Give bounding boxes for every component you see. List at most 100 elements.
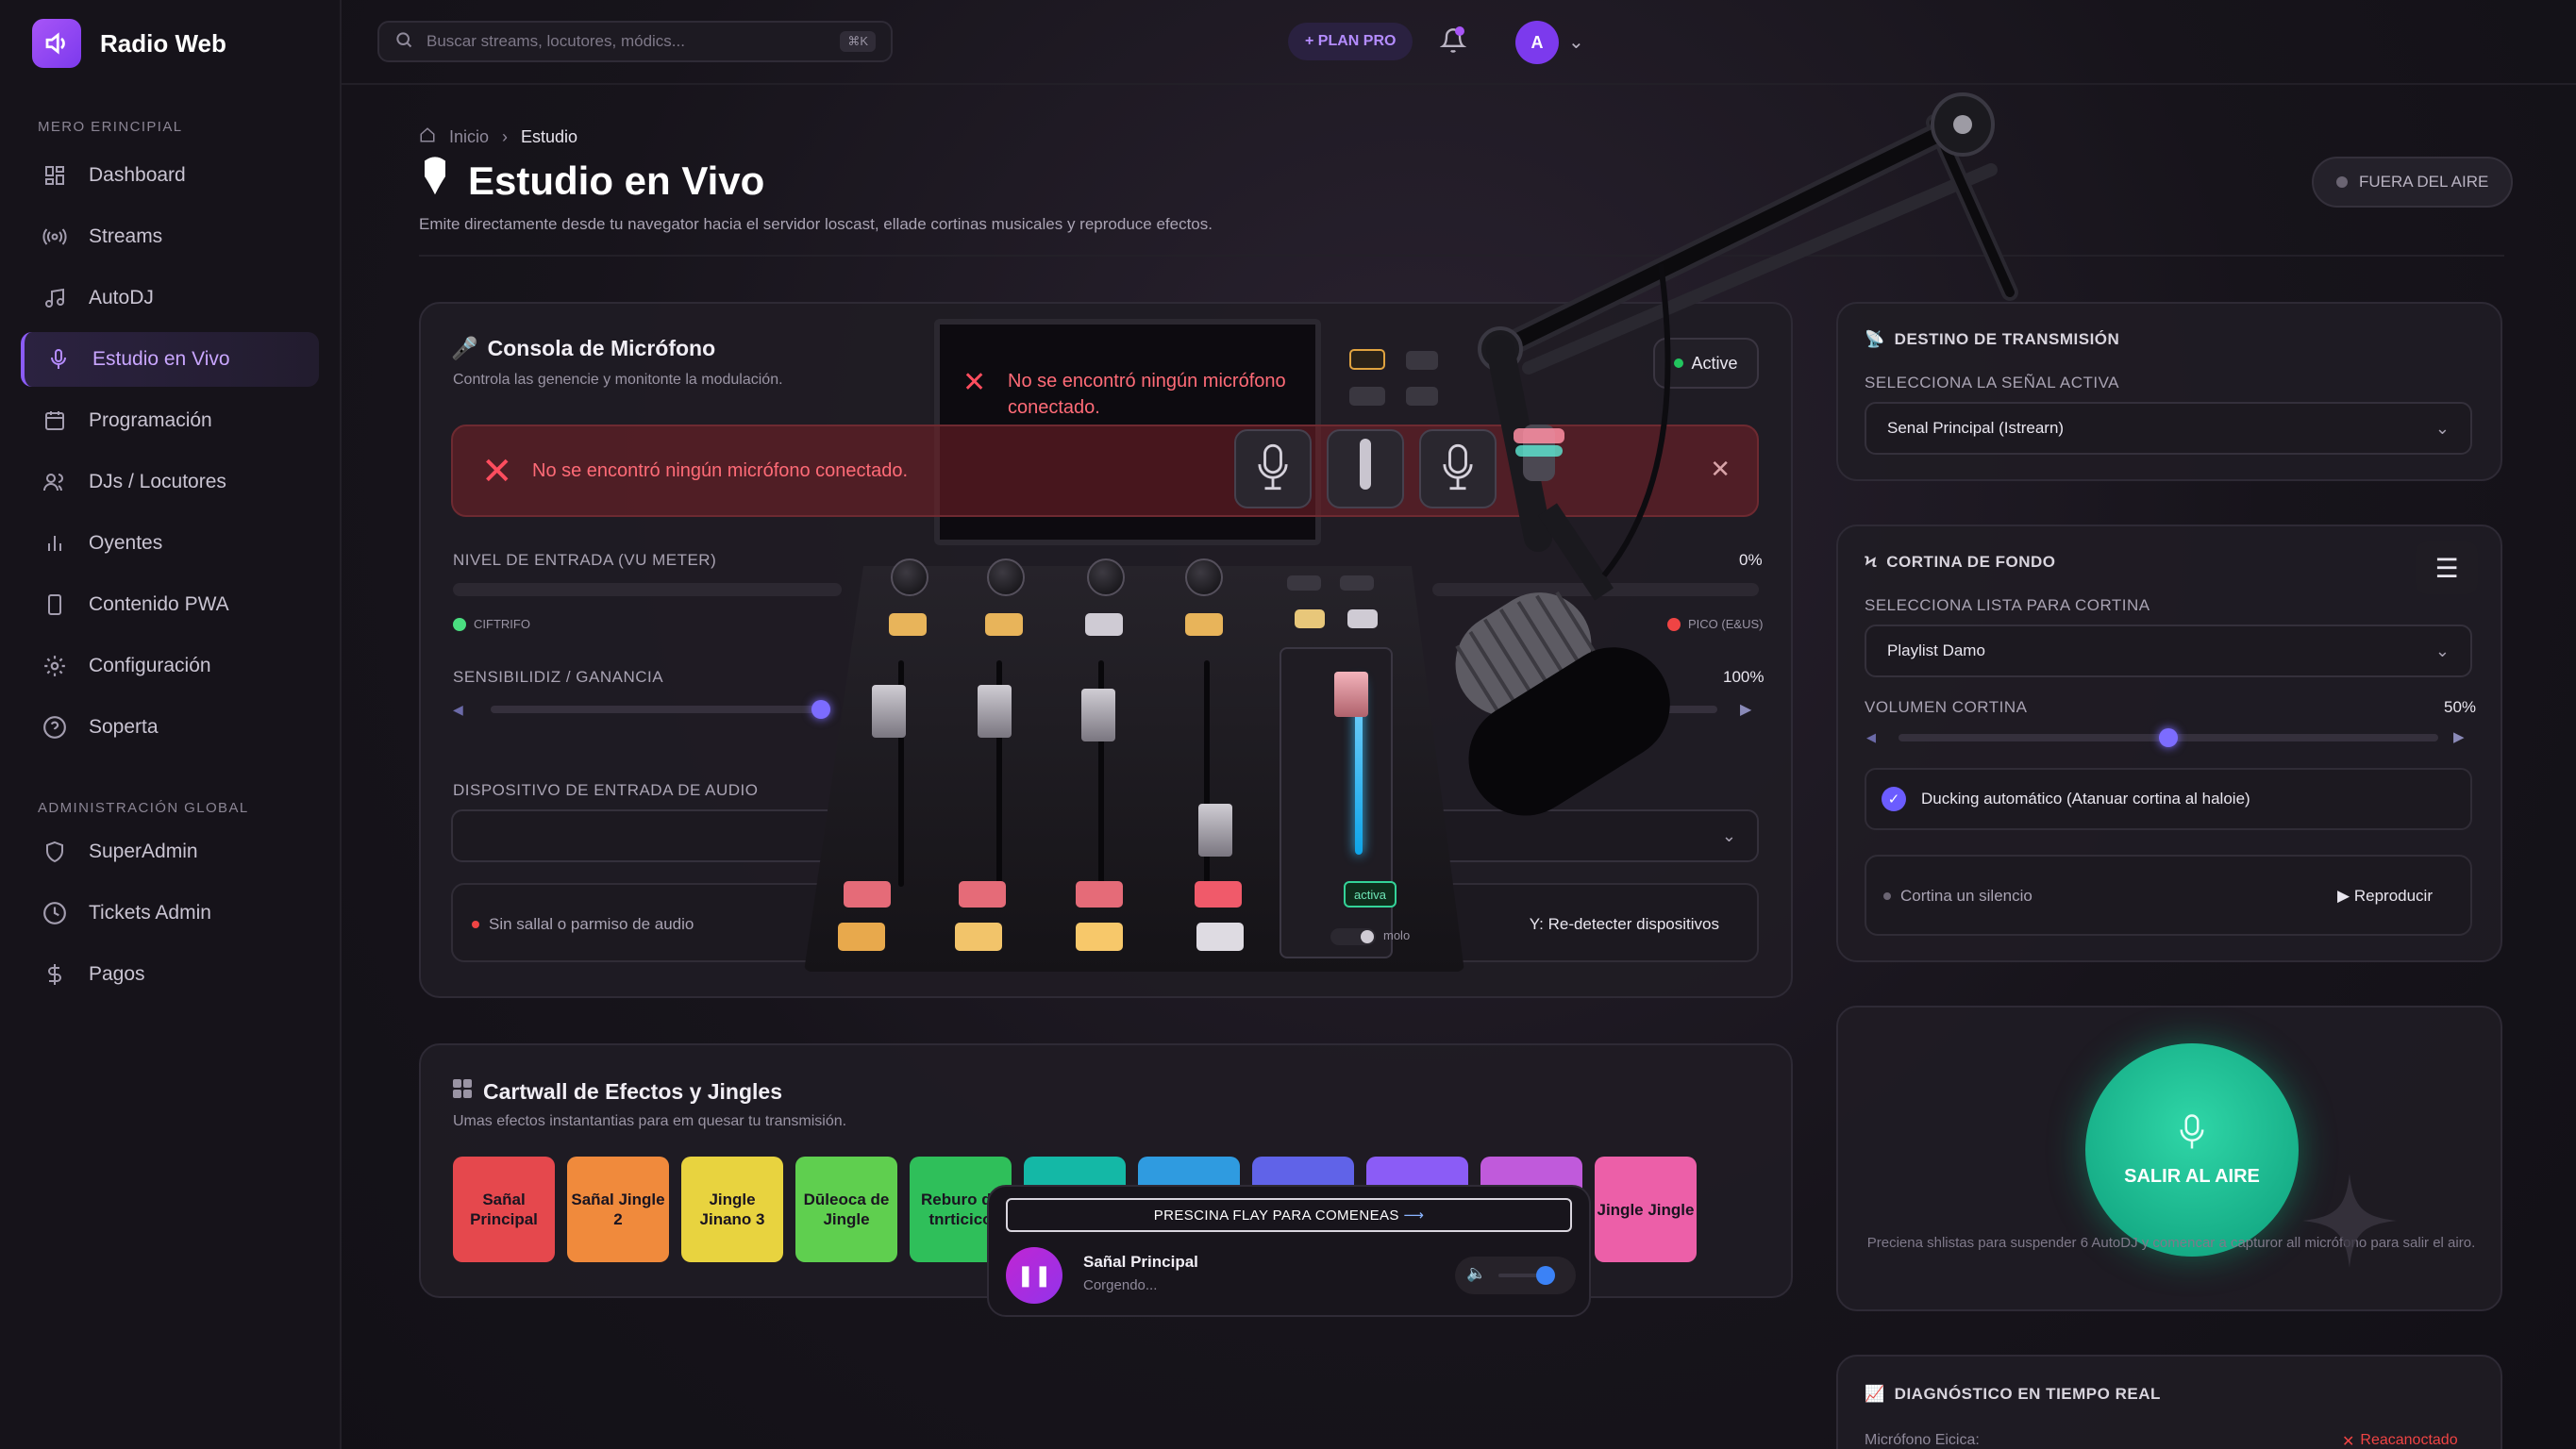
sidebar-item-djs-locutores[interactable]: DJs / Locutores — [21, 455, 319, 509]
curtain-label: SELECCIONA LISTA PARA CORTINA — [1865, 596, 2150, 614]
channel-activa-button[interactable]: activa — [1344, 881, 1397, 908]
mixer-knob[interactable] — [891, 558, 928, 596]
speaker-icon: 🔈 — [1466, 1264, 1487, 1282]
volume-thumb[interactable] — [1536, 1266, 1555, 1285]
curtain-status-box: Cortina un silencio ▶ Reproducir — [1865, 855, 2472, 936]
breadcrumb-home[interactable]: Inicio — [449, 127, 489, 147]
gain-slider-thumb[interactable] — [811, 700, 830, 719]
notification-dot — [1455, 26, 1464, 36]
gain-slider[interactable] — [491, 706, 827, 713]
microphone-icon: 🎤 — [451, 336, 478, 360]
calendar-icon — [42, 408, 68, 434]
sidebar-item-contenido-pwa[interactable]: Contenido PWA — [21, 577, 319, 632]
search-input[interactable]: Buscar streams, locutores, módics... ⌘K — [377, 21, 893, 62]
pause-button[interactable]: ❚❚ — [1006, 1247, 1062, 1304]
channel-fader[interactable] — [978, 685, 1012, 738]
volume-high-icon: ▶ — [2453, 729, 2465, 745]
channel-button[interactable] — [1076, 881, 1123, 908]
player-banner[interactable]: PRESCINA FLAY PARA COMENEAS ⟶ — [1006, 1198, 1572, 1232]
mic-select-button-1[interactable] — [1234, 429, 1312, 508]
sidebar-item-pagos[interactable]: Pagos — [21, 947, 319, 1002]
mixer-knob[interactable] — [987, 558, 1025, 596]
curtain-volume-thumb[interactable] — [2159, 728, 2178, 747]
mic-console-subtitle: Controla las genencie y monitonte la mod… — [453, 372, 783, 388]
sidebar-item-tickets-admin[interactable]: Tickets Admin — [21, 886, 319, 941]
channel-button[interactable] — [1195, 881, 1242, 908]
sidebar-item-soporte[interactable]: Soperta — [21, 700, 319, 755]
sidebar-item-configuracion[interactable]: Configuración — [21, 639, 319, 693]
sidebar-item-label: Oyentes — [89, 532, 163, 554]
mixer-button[interactable] — [1287, 575, 1321, 591]
search-shortcut: ⌘K — [840, 31, 876, 52]
avatar[interactable]: A — [1515, 21, 1559, 64]
chevron-down-icon[interactable]: ⌄ — [1568, 30, 1584, 54]
cartwall-pad[interactable]: Sañal Principal — [453, 1157, 555, 1262]
channel-button[interactable] — [838, 923, 885, 951]
sidebar-item-programacion[interactable]: Programación — [21, 393, 319, 448]
diagnostics-row-value: ✕ Reacanoctado — [2342, 1432, 2458, 1449]
status-dot — [472, 921, 479, 928]
arrow-right-icon: ⟶ — [1403, 1208, 1425, 1224]
sidebar-item-oyentes[interactable]: Oyentes — [21, 516, 319, 571]
nav-section-main: MERO ERINCIPIAL — [38, 119, 183, 135]
destination-label: SELECCIONA LA SEÑAL ACTIVA — [1865, 374, 2119, 391]
play-curtain-button[interactable]: ▶ Reproducir — [2337, 887, 2433, 906]
mini-player: PRESCINA FLAY PARA COMENEAS ⟶ ❚❚ Sañal P… — [987, 1185, 1591, 1317]
cartwall-pad[interactable]: Jingle Jinano 3 — [681, 1157, 783, 1262]
chevron-down-icon: ⌄ — [2434, 418, 2450, 438]
cartwall-pad[interactable]: Jingle Jingle — [1595, 1157, 1697, 1262]
ducking-checkbox[interactable]: ✓ Ducking automático (Atanuar cortina al… — [1865, 768, 2472, 830]
brand[interactable]: Radio Web — [32, 19, 226, 68]
off-air-badge: FUERA DEL AIRE — [2312, 157, 2514, 208]
sidebar-item-label: Soperta — [89, 716, 159, 738]
cartwall-pad[interactable]: Sañal Jingle 2 — [567, 1157, 669, 1262]
playlist-menu-icon[interactable]: ☰ — [2416, 541, 2478, 594]
sidebar-item-label: Streams — [89, 225, 163, 247]
mic-console-title: 🎤 Consola de Micrófono — [451, 336, 715, 361]
status-dot — [1883, 892, 1891, 900]
bell-icon[interactable] — [1436, 26, 1470, 60]
microphone-title-icon — [419, 156, 451, 207]
plan-pro-button[interactable]: + PLAN PRO — [1288, 23, 1413, 60]
diagnostics-row-label: Micrófono Eicica: — [1865, 1432, 1980, 1448]
go-on-air-button[interactable]: SALIR AL AIRE — [2085, 1043, 2299, 1257]
diagnostics-title: 📈 DIAGNÓSTICO EN TIEMPO REAL — [1865, 1385, 2161, 1404]
mixer-knob[interactable] — [1087, 558, 1125, 596]
destination-select[interactable]: Senal Principal (Istrearn) ⌄ — [1865, 402, 2472, 455]
device-status-text: Sin sallal o parmiso de audio — [489, 915, 694, 933]
player-volume[interactable]: 🔈 — [1455, 1257, 1576, 1294]
channel-led — [1295, 609, 1325, 628]
channel-fader[interactable] — [1081, 689, 1115, 741]
channel-button[interactable] — [844, 881, 891, 908]
sidebar-item-superadmin[interactable]: SuperAdmin — [21, 824, 319, 879]
mixer-knob[interactable] — [1185, 558, 1223, 596]
ducking-label: Ducking automático (Atanuar cortina al h… — [1921, 790, 2250, 808]
microphone-icon — [45, 346, 72, 373]
cartwall-title-text: Cartwall de Efectos y Jingles — [483, 1078, 783, 1104]
chevron-down-icon: ⌄ — [2434, 641, 2450, 660]
channel-button[interactable] — [955, 923, 1002, 951]
redetect-devices-button[interactable]: Y: Re-detecter dispositivos — [1530, 915, 1719, 934]
checkmark-icon: ✓ — [1882, 787, 1906, 811]
curtain-volume-value: 50% — [2444, 698, 2477, 716]
curtain-playlist-select[interactable]: Playlist Damo ⌄ — [1865, 625, 2472, 677]
sidebar-item-estudio-en-vivo[interactable]: Estudio en Vivo — [21, 332, 319, 387]
sidebar-item-autodj[interactable]: AutoDJ — [21, 271, 319, 325]
breadcrumb: Inicio › Estudio — [419, 126, 577, 148]
channel-fader[interactable] — [872, 685, 906, 738]
channel-button[interactable] — [1196, 923, 1244, 951]
cartwall-pad[interactable]: Dūleoca de Jingle — [795, 1157, 897, 1262]
legend-dot — [453, 617, 466, 631]
toggle-knob — [1361, 930, 1374, 943]
channel-button[interactable] — [959, 881, 1006, 908]
channel-fader[interactable] — [1198, 804, 1232, 857]
radio-logo-icon — [32, 19, 81, 68]
molo-toggle[interactable] — [1330, 928, 1376, 945]
channel-button[interactable] — [1076, 923, 1123, 951]
device-label: DISPOSITIVO DE ENTRADA DE AUDIO — [453, 781, 759, 799]
sidebar-item-streams[interactable]: Streams — [21, 209, 319, 264]
sparkle-icon — [2302, 1174, 2397, 1268]
sidebar-item-dashboard[interactable]: Dashboard — [21, 148, 319, 203]
curtain-volume-label: VOLUMEN CORTINA — [1865, 698, 2028, 716]
dashboard-icon — [42, 162, 68, 189]
